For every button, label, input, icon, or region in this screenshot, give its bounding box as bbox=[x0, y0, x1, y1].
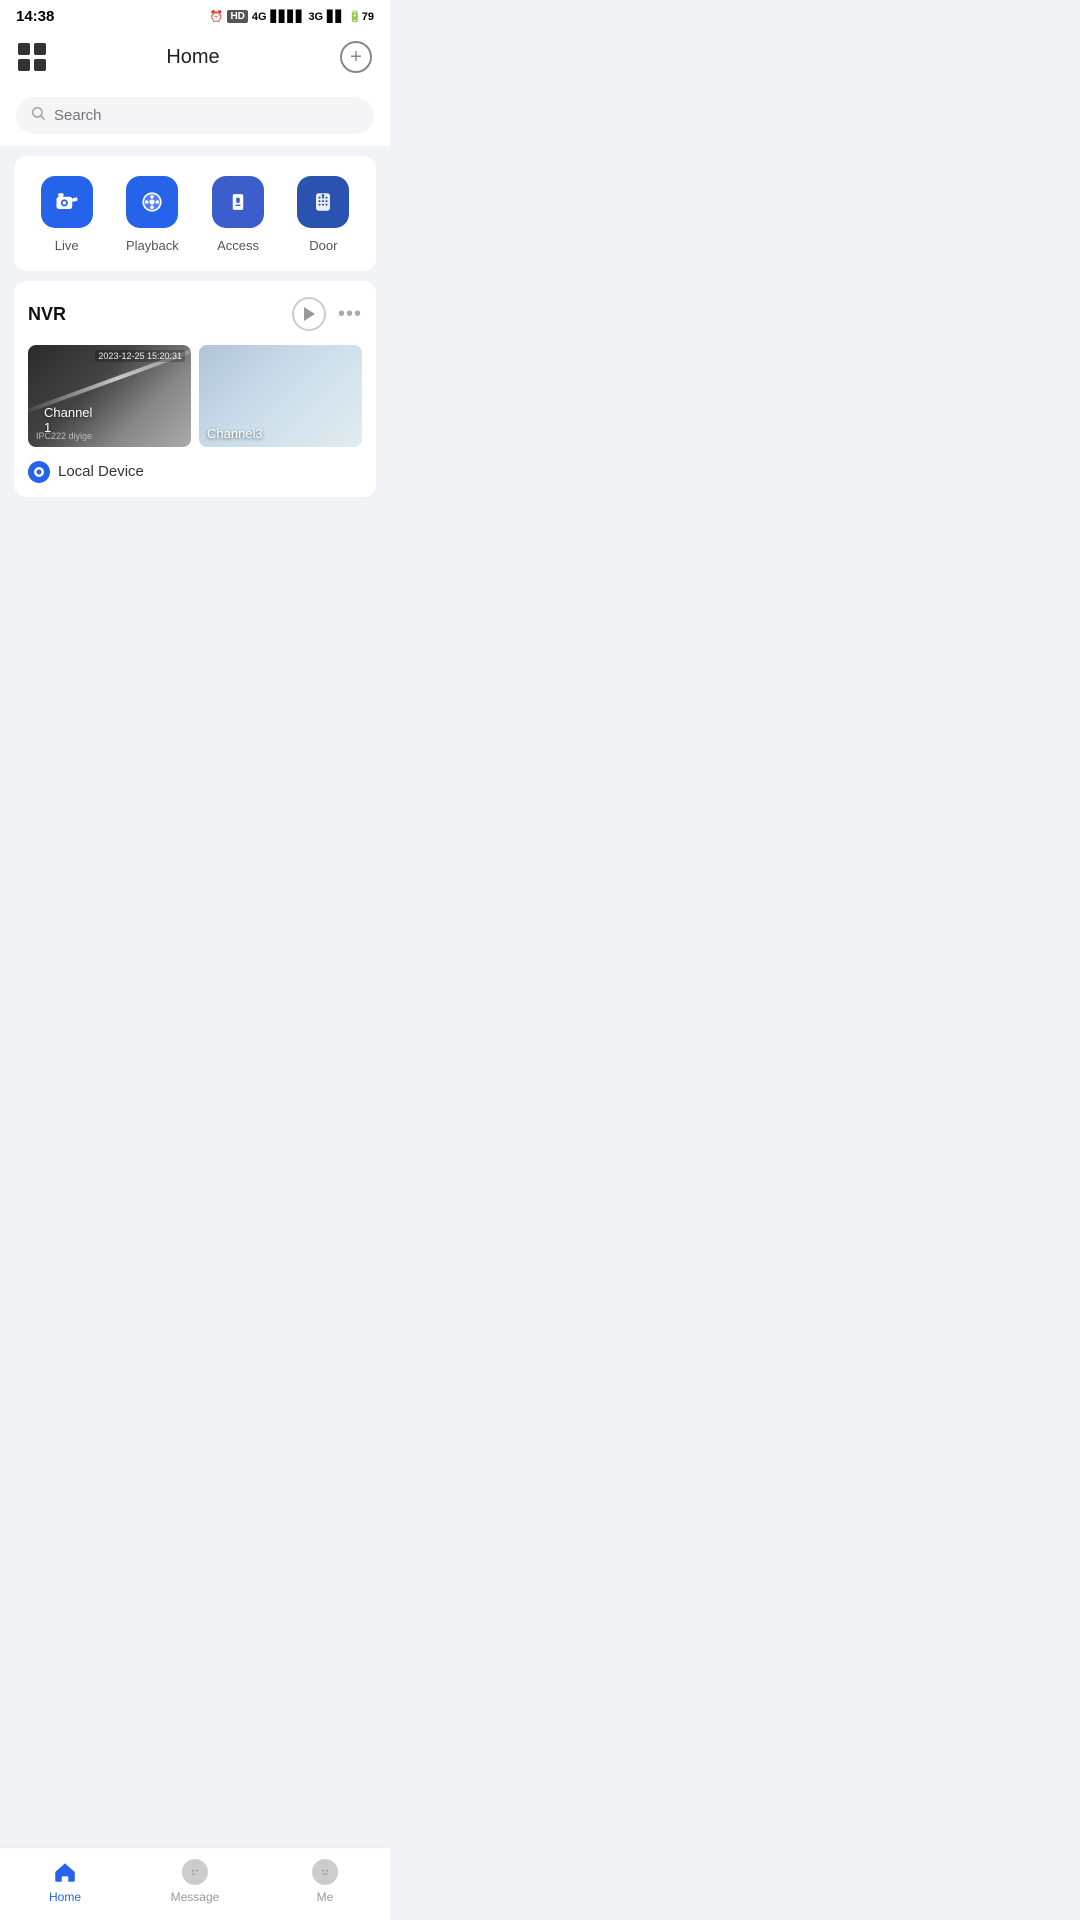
message-nav-icon bbox=[181, 1858, 209, 1886]
quick-item-live[interactable]: Live bbox=[41, 176, 93, 253]
status-bar: 14:38 ⏰ HD 4G ▋▋▋▋ 3G ▋▋ 🔋79 bbox=[0, 0, 390, 31]
play-triangle-icon bbox=[304, 307, 315, 321]
local-device-icon bbox=[28, 461, 50, 483]
nvr-section: NVR ••• 2023-12-25 15:20:31 Channel 1 IP… bbox=[14, 281, 376, 497]
nav-message[interactable]: Message bbox=[155, 1858, 235, 1904]
signal-bars2-icon: ▋▋ bbox=[327, 10, 344, 23]
me-nav-icon bbox=[311, 1858, 339, 1886]
add-button[interactable]: + bbox=[340, 41, 372, 73]
signal-3g-icon: 3G bbox=[308, 11, 323, 23]
quick-item-access[interactable]: Access bbox=[212, 176, 264, 253]
search-section bbox=[0, 87, 390, 146]
search-bar bbox=[16, 97, 374, 134]
play-all-button[interactable] bbox=[292, 297, 326, 331]
status-icons: ⏰ HD 4G ▋▋▋▋ 3G ▋▋ 🔋79 bbox=[210, 10, 374, 23]
playback-label: Playback bbox=[126, 238, 179, 253]
access-icon-bg bbox=[212, 176, 264, 228]
channels-grid: 2023-12-25 15:20:31 Channel 1 IPC222 diy… bbox=[28, 345, 362, 447]
channel-1-thumb[interactable]: 2023-12-25 15:20:31 Channel 1 IPC222 diy… bbox=[28, 345, 191, 447]
playback-gamepad-icon bbox=[138, 188, 166, 216]
message-nav-label: Message bbox=[171, 1890, 220, 1904]
status-time: 14:38 bbox=[16, 8, 54, 25]
nvr-actions: ••• bbox=[292, 297, 362, 331]
home-nav-label: Home bbox=[49, 1890, 81, 1904]
live-label: Live bbox=[55, 238, 79, 253]
nvr-title: NVR bbox=[28, 304, 66, 325]
channel-1-timestamp: 2023-12-25 15:20:31 bbox=[95, 350, 185, 362]
battery-icon: 🔋79 bbox=[348, 10, 374, 23]
home-nav-icon bbox=[51, 1858, 79, 1886]
search-input[interactable] bbox=[54, 107, 360, 124]
signal-4g-icon: 4G bbox=[252, 11, 267, 23]
live-icon-bg bbox=[41, 176, 93, 228]
signal-bars-icon: ▋▋▋▋ bbox=[271, 10, 305, 23]
nvr-header: NVR ••• bbox=[28, 297, 362, 331]
alarm-icon: ⏰ bbox=[210, 10, 224, 23]
quick-access-panel: Live Playback Access bbox=[14, 156, 376, 271]
me-nav-label: Me bbox=[317, 1890, 334, 1904]
page-title: Home bbox=[166, 46, 219, 69]
nav-home[interactable]: Home bbox=[25, 1858, 105, 1904]
door-icon-bg bbox=[297, 176, 349, 228]
channel-1-label: Channel 1 bbox=[44, 405, 92, 435]
more-options-button[interactable]: ••• bbox=[338, 303, 362, 326]
quick-item-door[interactable]: Door bbox=[297, 176, 349, 253]
search-icon bbox=[30, 105, 46, 126]
hd-badge: HD bbox=[227, 10, 247, 23]
door-keypad-icon bbox=[309, 188, 337, 216]
access-label: Access bbox=[217, 238, 259, 253]
bottom-nav: Home Message Me bbox=[0, 1847, 390, 1920]
local-device-row[interactable]: Local Device bbox=[28, 461, 362, 483]
live-camera-icon bbox=[53, 188, 81, 216]
channel-3-thumb[interactable]: Channel3 bbox=[199, 345, 362, 447]
quick-item-playback[interactable]: Playback bbox=[126, 176, 179, 253]
access-card-icon bbox=[224, 188, 252, 216]
playback-icon-bg bbox=[126, 176, 178, 228]
nav-me[interactable]: Me bbox=[285, 1858, 365, 1904]
top-nav: Home + bbox=[0, 31, 390, 87]
local-device-label: Local Device bbox=[58, 463, 144, 480]
channel-3-label: Channel3 bbox=[207, 426, 263, 441]
grid-menu-icon[interactable] bbox=[18, 43, 46, 71]
door-label: Door bbox=[309, 238, 337, 253]
